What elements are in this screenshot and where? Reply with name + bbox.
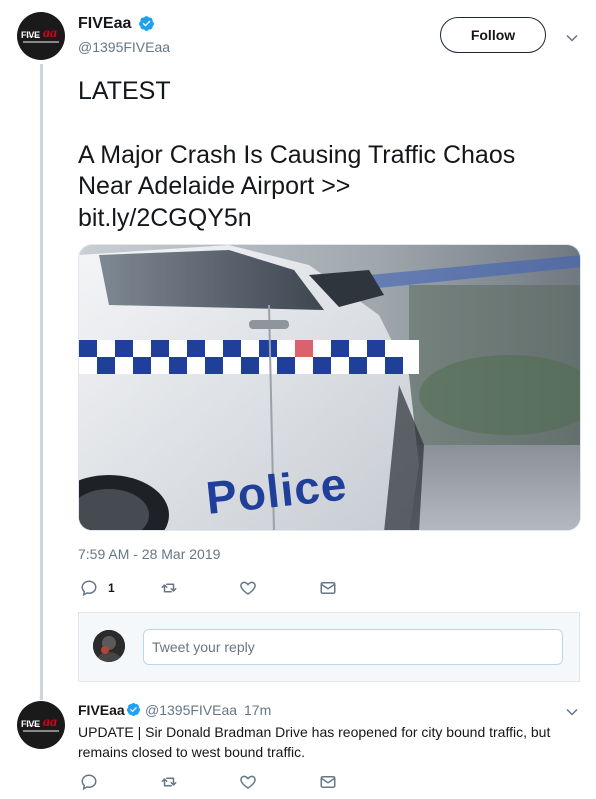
tweet-photo[interactable]: Police	[78, 244, 581, 531]
direct-message-icon	[320, 582, 336, 594]
separator-dot: ·	[233, 701, 238, 717]
reply-input[interactable]: Tweet your reply	[143, 629, 563, 665]
current-user-avatar[interactable]	[93, 630, 125, 662]
like-action[interactable]	[239, 773, 257, 791]
like-icon	[240, 775, 256, 789]
author-name[interactable]: FIVEaa	[78, 14, 131, 34]
tweet-text-latest: LATEST	[78, 77, 171, 105]
chevron-down-icon[interactable]	[565, 705, 579, 719]
reply-author-avatar[interactable]: FIVE aa	[17, 701, 65, 749]
reply-action[interactable]: 1	[80, 579, 115, 597]
like-action[interactable]	[239, 579, 257, 597]
direct-message-action[interactable]	[319, 579, 337, 597]
author-avatar[interactable]: FIVE aa	[17, 12, 65, 60]
author-handle[interactable]: @1395FIVEaa	[78, 38, 170, 56]
tweet-timestamp[interactable]: 7:59 AM - 28 Mar 2019	[78, 545, 220, 563]
reply-action[interactable]	[80, 773, 98, 791]
fiveaa-logo: FIVE aa	[21, 715, 59, 732]
tweet-text-headline-1: A Major Crash Is Causing Traffic Chaos	[78, 141, 516, 169]
reply-tweet-text: UPDATE | Sir Donald Bradman Drive has re…	[78, 724, 551, 760]
follow-button[interactable]: Follow	[440, 17, 546, 53]
like-icon	[240, 581, 256, 595]
chevron-down-icon[interactable]	[565, 31, 579, 45]
retweet-icon	[161, 777, 177, 787]
reply-icon	[81, 580, 97, 597]
reply-author-name[interactable]: FIVEaa	[78, 700, 125, 720]
user-photo	[93, 630, 125, 662]
retweet-action[interactable]	[160, 579, 178, 597]
reply-icon	[81, 774, 97, 791]
reply-author-handle[interactable]: @1395FIVEaa	[145, 701, 237, 719]
retweet-icon	[161, 583, 177, 593]
verified-badge-icon	[126, 702, 141, 717]
verified-badge-icon	[139, 16, 154, 31]
tweet-text-headline-2: Near Adelaide Airport >>	[78, 172, 351, 200]
fiveaa-logo: FIVE aa	[21, 26, 59, 43]
direct-message-icon	[320, 776, 336, 788]
tweet-link[interactable]: bit.ly/2CGQY5n	[78, 203, 252, 234]
reply-count: 1	[108, 581, 115, 595]
retweet-action[interactable]	[160, 773, 178, 791]
thread-connector-line	[40, 64, 43, 700]
reply-time[interactable]: 17m	[244, 701, 271, 719]
direct-message-action[interactable]	[319, 773, 337, 791]
reply-composer: Tweet your reply	[78, 612, 580, 682]
